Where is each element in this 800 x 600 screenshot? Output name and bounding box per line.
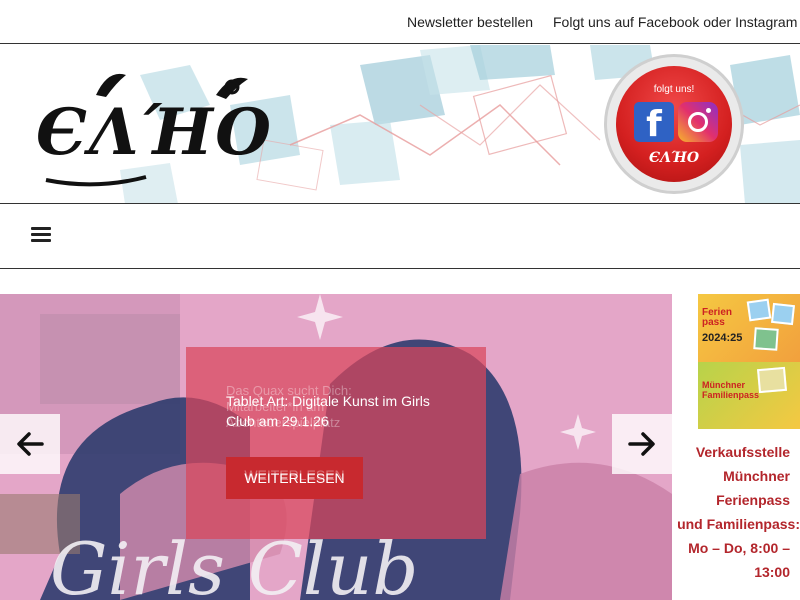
hamburger-line [31,233,51,236]
ferienpass-ad-image[interactable]: Ferien pass 2024:25 Münchner Familienpas… [698,294,800,429]
instagram-icon[interactable] [678,102,718,142]
slide-caption-card: Das Quax sucht Dich: Mitarbeiter*in am A… [186,347,486,539]
hamburger-line [31,227,51,230]
read-more-button[interactable]: WEITERLESEN WEITERLESEN [226,457,363,499]
sales-info-line: Verkaufsstelle [695,444,790,460]
badge-inner: folgt uns! f ЄΛΉO [616,66,732,182]
main-navbar [0,205,800,269]
badge-logo-text: ЄΛΉO [648,150,700,166]
arrow-right-icon [628,432,655,456]
ad-photo [746,298,772,322]
hamburger-line [31,239,51,242]
newsletter-link[interactable]: Newsletter bestellen [407,14,533,30]
ad-photo [771,302,795,326]
sales-info-line: Ferienpass [716,492,790,508]
sales-info-line: Mo – Do, 8:00 – [688,540,790,556]
ad-photo [753,327,779,351]
ad-year-label: 2024:25 [702,332,743,344]
slider-prev-button[interactable] [0,414,60,474]
badge-label: folgt uns! [653,84,695,95]
site-header: ЄΛΉO folgt uns! f ЄΛΉO [0,45,800,204]
arrow-left-icon [17,432,44,456]
instagram-dot [706,108,711,113]
ad-photo [757,366,787,394]
social-follow-badge[interactable]: folgt uns! f ЄΛΉO [607,57,741,191]
slide-title[interactable]: Tablet Art: Digitale Kunst im Girls Club… [226,391,446,431]
logo-text: ЄΛΉO [36,95,273,170]
ferienpass-sales-info[interactable]: Verkaufsstelle Münchner Ferienpass und F… [672,440,800,584]
ad-ferienpass-label: Ferien pass [702,307,733,328]
echo-logo[interactable]: ЄΛΉO [36,65,286,195]
slider-next-button[interactable] [612,414,672,474]
sales-info-line: 13:00 [754,564,790,580]
ad-familienpass-label: Münchner Familienpass [702,380,760,400]
social-follow-link[interactable]: Folgt uns auf Facebook oder Instagram [553,14,797,30]
instagram-ring [688,112,708,132]
sales-info-line: und Familienpass: [677,516,800,532]
sales-info-line: Münchner [723,468,790,484]
top-bar: Newsletter bestellen Folgt uns auf Faceb… [0,0,800,44]
hero-slider: Girls Club Das Quax sucht Dich: Mitarbei… [0,294,672,600]
facebook-icon[interactable]: f [634,102,674,145]
hamburger-menu-icon[interactable] [31,225,53,243]
read-more-ghost-label: WEITERLESEN [244,467,345,483]
